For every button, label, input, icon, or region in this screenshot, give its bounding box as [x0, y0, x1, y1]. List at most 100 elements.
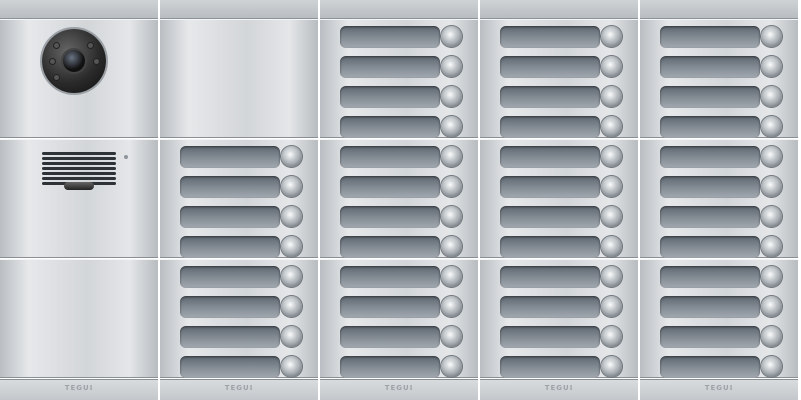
- call-button[interactable]: [281, 146, 302, 167]
- call-button-row: [340, 56, 462, 78]
- call-button-row: [500, 326, 622, 348]
- name-label-window: [500, 56, 600, 78]
- call-button[interactable]: [761, 236, 782, 257]
- call-button[interactable]: [441, 26, 462, 47]
- name-label-window: [340, 176, 440, 198]
- call-button[interactable]: [761, 176, 782, 197]
- camera-lens-icon: [63, 50, 85, 72]
- call-button-row: [660, 176, 782, 198]
- call-button[interactable]: [761, 266, 782, 287]
- call-button[interactable]: [601, 146, 622, 167]
- brand-label: TEGUI: [544, 384, 574, 392]
- call-button[interactable]: [441, 176, 462, 197]
- call-button[interactable]: [601, 116, 622, 137]
- module-buttons: [480, 139, 638, 258]
- call-button[interactable]: [601, 176, 622, 197]
- call-button-row: [500, 296, 622, 318]
- call-button-row: [500, 146, 622, 168]
- name-label-window: [500, 356, 600, 378]
- call-button[interactable]: [441, 236, 462, 257]
- call-button[interactable]: [761, 146, 782, 167]
- call-button[interactable]: [441, 356, 462, 377]
- call-button-row: [340, 266, 462, 288]
- name-label-window: [660, 356, 760, 378]
- column-bottom-cap: TEGUI: [480, 379, 638, 400]
- call-button-row: [340, 26, 462, 48]
- panel-column: TEGUI: [320, 0, 478, 400]
- call-button[interactable]: [281, 176, 302, 197]
- name-label-window: [340, 146, 440, 168]
- call-button[interactable]: [761, 326, 782, 347]
- name-label-window: [660, 176, 760, 198]
- panel-column: TEGUI: [160, 0, 318, 400]
- module-blank: [160, 19, 318, 138]
- name-label-window: [180, 176, 280, 198]
- name-label-window: [660, 296, 760, 318]
- name-label-window: [500, 116, 600, 138]
- call-button-row: [660, 206, 782, 228]
- call-button[interactable]: [441, 206, 462, 227]
- call-button[interactable]: [281, 236, 302, 257]
- call-button[interactable]: [601, 266, 622, 287]
- call-button[interactable]: [441, 56, 462, 77]
- call-button[interactable]: [281, 206, 302, 227]
- call-button-row: [500, 356, 622, 378]
- call-button[interactable]: [761, 206, 782, 227]
- panel-column: TEGUI: [0, 0, 158, 400]
- call-button[interactable]: [761, 116, 782, 137]
- name-label-window: [660, 266, 760, 288]
- name-label-window: [500, 326, 600, 348]
- call-button-row: [340, 86, 462, 108]
- intercom-panel: TEGUI TEGUI TEGUI TEGUI TEGUI: [0, 0, 801, 400]
- call-button-row: [340, 176, 462, 198]
- call-button[interactable]: [761, 86, 782, 107]
- call-button[interactable]: [601, 356, 622, 377]
- call-button-row: [660, 236, 782, 258]
- call-button[interactable]: [281, 266, 302, 287]
- name-label-window: [500, 176, 600, 198]
- call-button[interactable]: [441, 326, 462, 347]
- name-label-window: [660, 146, 760, 168]
- name-label-window: [340, 236, 440, 258]
- name-label-window: [660, 26, 760, 48]
- call-button[interactable]: [601, 56, 622, 77]
- call-button-row: [180, 236, 302, 258]
- grille-slot: [42, 172, 116, 175]
- name-label-window: [500, 266, 600, 288]
- name-label-window: [660, 116, 760, 138]
- call-button[interactable]: [441, 146, 462, 167]
- call-button[interactable]: [441, 86, 462, 107]
- call-button[interactable]: [601, 296, 622, 317]
- call-button[interactable]: [601, 206, 622, 227]
- call-button[interactable]: [441, 116, 462, 137]
- call-button[interactable]: [441, 296, 462, 317]
- call-button[interactable]: [601, 326, 622, 347]
- call-button[interactable]: [281, 296, 302, 317]
- call-button[interactable]: [281, 326, 302, 347]
- column-bottom-cap: TEGUI: [640, 379, 798, 400]
- call-button-row: [660, 266, 782, 288]
- call-button[interactable]: [601, 26, 622, 47]
- call-button-row: [500, 206, 622, 228]
- call-button-row: [660, 296, 782, 318]
- call-button[interactable]: [761, 56, 782, 77]
- column-top-cap: [640, 0, 798, 19]
- name-label-window: [180, 146, 280, 168]
- name-label-window: [660, 56, 760, 78]
- module-buttons: [640, 139, 798, 258]
- name-label-window: [660, 206, 760, 228]
- call-button[interactable]: [441, 266, 462, 287]
- module-buttons: [480, 19, 638, 138]
- name-label-window: [500, 146, 600, 168]
- name-label-window: [660, 86, 760, 108]
- call-button[interactable]: [601, 236, 622, 257]
- call-button[interactable]: [281, 356, 302, 377]
- call-button[interactable]: [761, 296, 782, 317]
- call-button[interactable]: [761, 26, 782, 47]
- call-button-row: [180, 296, 302, 318]
- call-button[interactable]: [601, 86, 622, 107]
- call-button-row: [340, 296, 462, 318]
- call-button[interactable]: [761, 356, 782, 377]
- ir-led-icon: [50, 59, 55, 64]
- call-button-row: [500, 86, 622, 108]
